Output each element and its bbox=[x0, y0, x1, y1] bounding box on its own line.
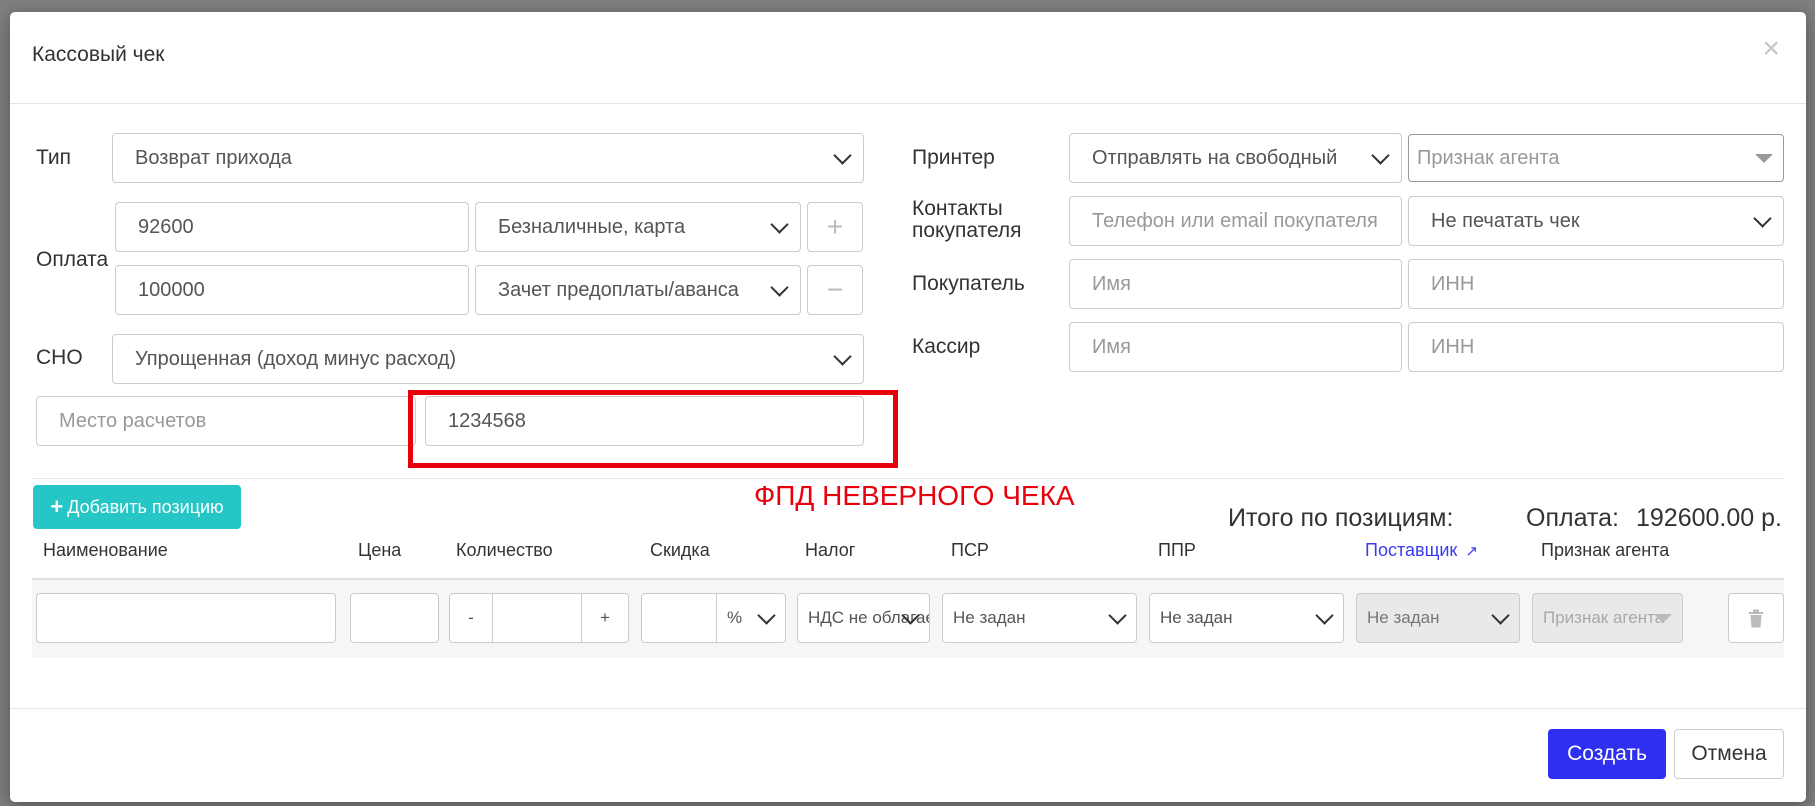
ppr-value: Не задан bbox=[1160, 608, 1233, 627]
add-position-label: Добавить позицию bbox=[67, 496, 224, 517]
remove-payment-button[interactable]: − bbox=[807, 265, 863, 315]
add-position-button[interactable]: + Добавить позицию bbox=[33, 485, 241, 529]
print-option-value: Не печатать чек bbox=[1431, 209, 1580, 232]
buyer-label: Покупатель bbox=[912, 272, 1025, 295]
trash-icon bbox=[1749, 609, 1763, 627]
payment-amount-2[interactable]: 100000 bbox=[115, 265, 469, 315]
supplier-select: Не задан bbox=[1356, 593, 1520, 643]
close-icon[interactable]: × bbox=[1762, 34, 1780, 64]
buyer-name-placeholder: Имя bbox=[1092, 272, 1131, 295]
psr-value: Не задан bbox=[953, 608, 1026, 627]
ppr-select[interactable]: Не задан bbox=[1149, 593, 1344, 643]
col-tax: Налог bbox=[805, 540, 856, 560]
payment-label: Оплата bbox=[36, 248, 109, 271]
cashier-name-input[interactable]: Имя bbox=[1069, 322, 1402, 372]
chevron-down-icon bbox=[1753, 209, 1772, 228]
col-psr: ПСР bbox=[951, 540, 989, 560]
row-agent-value: Признак агента bbox=[1543, 608, 1665, 627]
cashier-inn-input[interactable]: ИНН bbox=[1408, 322, 1784, 372]
chevron-down-icon bbox=[1315, 606, 1334, 625]
chevron-down-icon bbox=[1371, 146, 1390, 165]
buyer-inn-input[interactable]: ИНН bbox=[1408, 259, 1784, 309]
col-name: Наименование bbox=[43, 540, 168, 560]
annotation-label: ФПД НЕВЕРНОГО ЧЕКА bbox=[754, 480, 1075, 511]
highlight-box bbox=[408, 390, 898, 468]
section-divider bbox=[32, 478, 1784, 479]
buyer-inn-placeholder: ИНН bbox=[1431, 272, 1475, 295]
delete-row-button[interactable] bbox=[1728, 593, 1784, 643]
col-supplier-label: Поставщик bbox=[1365, 540, 1458, 560]
psr-select[interactable]: Не задан bbox=[942, 593, 1137, 643]
chevron-down-icon bbox=[1108, 606, 1127, 625]
printer-label: Принтер bbox=[912, 146, 995, 169]
item-price-input[interactable] bbox=[350, 593, 439, 643]
sno-select-value: Упрощенная (доход минус расход) bbox=[135, 347, 457, 370]
modal-footer bbox=[10, 708, 1806, 709]
row-agent-select: Признак агента bbox=[1532, 593, 1683, 643]
type-select-value: Возврат прихода bbox=[135, 146, 292, 169]
cashier-name-placeholder: Имя bbox=[1092, 335, 1131, 358]
qty-minus-button[interactable]: - bbox=[449, 593, 493, 643]
external-link-icon: ↗ bbox=[1465, 543, 1478, 560]
contacts-input[interactable]: Телефон или email покупателя bbox=[1069, 196, 1402, 246]
col-discount: Скидка bbox=[650, 540, 710, 560]
payment-method-1[interactable]: Безналичные, карта bbox=[475, 202, 801, 252]
chevron-down-icon bbox=[770, 215, 789, 234]
payment-amount-1[interactable]: 92600 bbox=[115, 202, 469, 252]
caret-down-icon bbox=[1755, 154, 1773, 163]
place-input[interactable]: Место расчетов bbox=[36, 396, 416, 446]
contacts-label: Контакты покупателя bbox=[912, 197, 1022, 243]
agent-select-placeholder: Признак агента bbox=[1417, 146, 1560, 169]
printer-select[interactable]: Отправлять на свободный bbox=[1069, 133, 1402, 183]
add-payment-button[interactable]: + bbox=[807, 202, 863, 252]
supplier-value: Не задан bbox=[1367, 608, 1440, 627]
col-supplier-link[interactable]: Поставщик ↗ bbox=[1365, 540, 1478, 561]
modal-title: Кассовый чек bbox=[32, 43, 165, 66]
chevron-down-icon bbox=[833, 146, 852, 165]
chevron-down-icon bbox=[833, 347, 852, 366]
qty-plus-button[interactable]: + bbox=[581, 593, 629, 643]
sno-label: СНО bbox=[36, 346, 83, 369]
payment-method-2-value: Зачет предоплаты/аванса bbox=[498, 278, 739, 301]
print-option-select[interactable]: Не печатать чек bbox=[1408, 196, 1784, 246]
place-input-placeholder: Место расчетов bbox=[59, 409, 207, 432]
discount-unit-value: % bbox=[727, 608, 743, 627]
modal-header: Кассовый чек × bbox=[10, 12, 1806, 104]
cancel-button[interactable]: Отмена bbox=[1674, 729, 1784, 779]
receipt-modal: Кассовый чек × Тип Возврат прихода Оплат… bbox=[10, 12, 1806, 802]
discount-unit-select[interactable]: % bbox=[716, 593, 786, 643]
contacts-input-placeholder: Телефон или email покупателя bbox=[1092, 209, 1378, 232]
create-button[interactable]: Создать bbox=[1548, 729, 1666, 779]
discount-input[interactable] bbox=[641, 593, 717, 643]
contacts-label-line2: покупателя bbox=[912, 219, 1022, 243]
type-label: Тип bbox=[36, 146, 72, 169]
chevron-down-icon bbox=[770, 278, 789, 297]
payment-total-value: 192600.00 р. bbox=[1636, 504, 1782, 532]
col-agent: Признак агента bbox=[1541, 540, 1670, 560]
cashier-inn-placeholder: ИНН bbox=[1431, 335, 1475, 358]
col-price: Цена bbox=[358, 540, 402, 560]
item-name-input[interactable] bbox=[36, 593, 336, 643]
col-quantity: Количество bbox=[456, 540, 553, 560]
sno-select[interactable]: Упрощенная (доход минус расход) bbox=[112, 334, 864, 384]
chevron-down-icon bbox=[757, 606, 776, 625]
buyer-name-input[interactable]: Имя bbox=[1069, 259, 1402, 309]
caret-down-icon bbox=[1654, 614, 1672, 623]
agent-select[interactable]: Признак агента bbox=[1408, 134, 1784, 182]
cashier-label: Кассир bbox=[912, 335, 981, 358]
printer-select-value: Отправлять на свободный bbox=[1092, 146, 1338, 169]
chevron-down-icon bbox=[1491, 606, 1510, 625]
col-ppr: ППР bbox=[1158, 540, 1196, 560]
payment-total-label: Оплата: bbox=[1526, 504, 1619, 532]
payment-method-1-value: Безналичные, карта bbox=[498, 215, 686, 238]
payment-method-2[interactable]: Зачет предоплаты/аванса bbox=[475, 265, 801, 315]
type-select[interactable]: Возврат прихода bbox=[112, 133, 864, 183]
tax-select[interactable]: НДС не облагается bbox=[797, 593, 930, 643]
positions-total-label: Итого по позициям: bbox=[1228, 504, 1454, 532]
plus-icon: + bbox=[50, 494, 64, 519]
contacts-label-line1: Контакты bbox=[912, 197, 1003, 220]
qty-input[interactable] bbox=[492, 593, 582, 643]
